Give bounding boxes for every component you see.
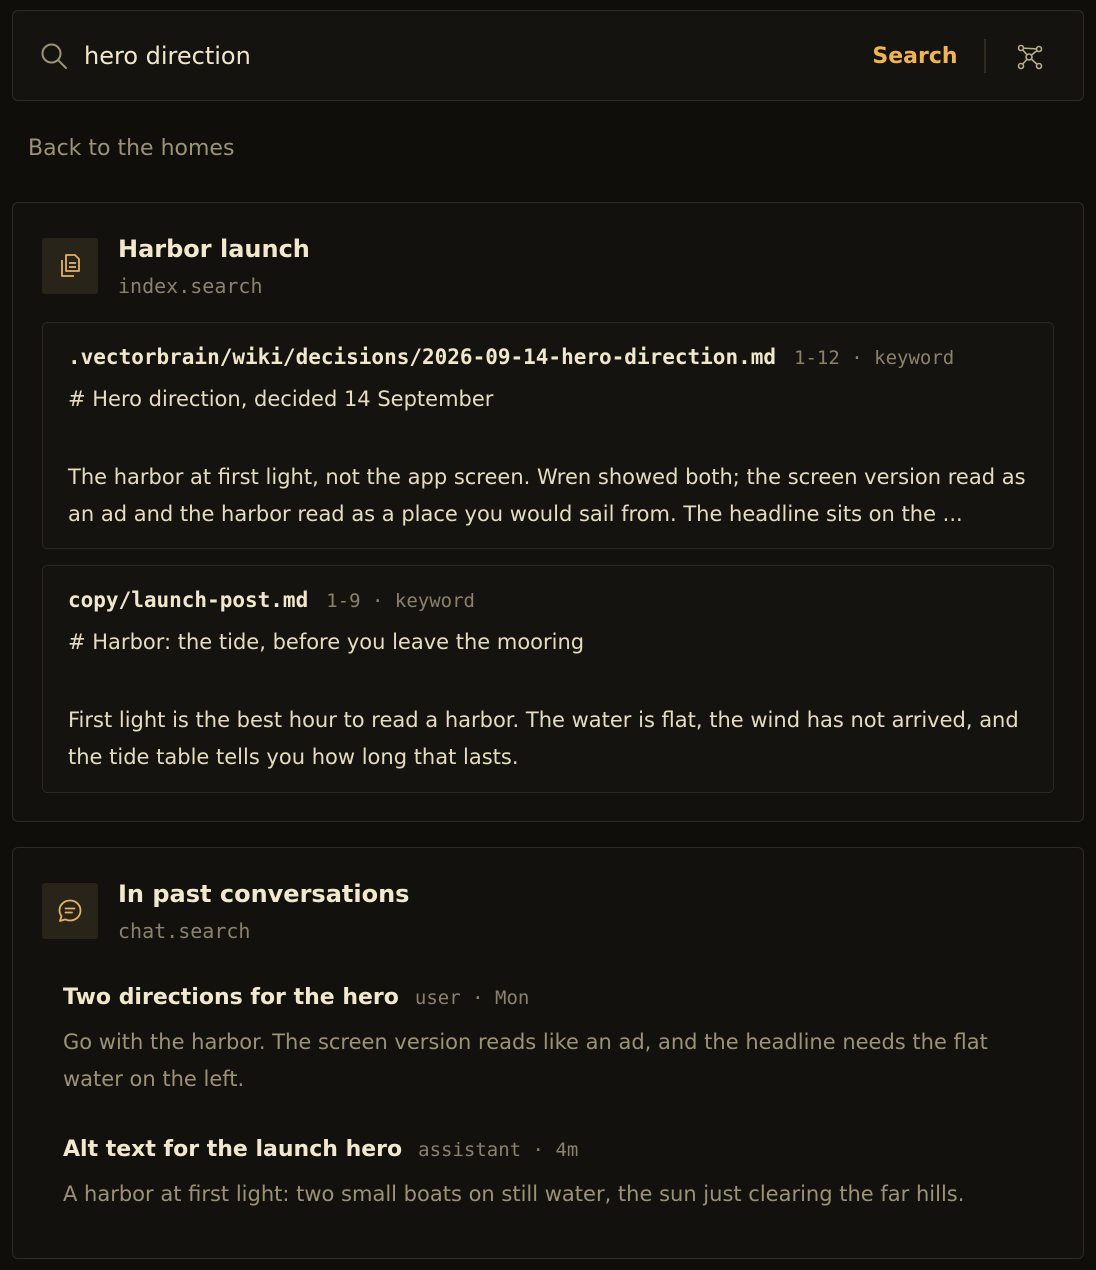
- panel-subtitle: chat.search: [118, 919, 251, 943]
- search-bar: Search: [12, 10, 1084, 101]
- search-divider: [984, 39, 986, 73]
- result-meta: 1-9 · keyword: [326, 590, 475, 612]
- chat-snippet: A harbor at first light: two small boats…: [63, 1182, 965, 1206]
- chat-time: Mon: [495, 987, 530, 1009]
- documents-icon: [42, 238, 98, 294]
- result-lines: 1-9: [326, 590, 361, 612]
- chat-role: user: [414, 987, 461, 1009]
- search-result-card[interactable]: .vectorbrain/wiki/decisions/2026-09-14-h…: [42, 322, 1054, 549]
- result-match-type: keyword: [394, 590, 475, 612]
- search-result-card[interactable]: copy/launch-post.md 1-9 · keyword # Harb…: [42, 565, 1054, 793]
- result-heading: # Harbor: the tide, before you leave the…: [68, 630, 585, 654]
- meta-separator: ·: [472, 987, 484, 1009]
- result-snippet: First light is the best hour to read a h…: [68, 708, 1019, 769]
- graph-view-button[interactable]: [1012, 39, 1048, 75]
- result-snippet: The harbor at first light, not the app s…: [68, 465, 1026, 526]
- chat-results-panel: In past conversations chat.search Two di…: [12, 847, 1084, 1259]
- meta-separator: ·: [851, 347, 863, 369]
- result-heading: # Hero direction, decided 14 September: [68, 387, 494, 411]
- chat-role: assistant: [418, 1139, 522, 1161]
- search-input[interactable]: [84, 33, 784, 79]
- back-link[interactable]: Back to the homes: [28, 136, 234, 161]
- result-lines: 1-12: [794, 347, 840, 369]
- search-button[interactable]: Search: [859, 37, 971, 75]
- search-icon: [39, 41, 69, 71]
- result-path: .vectorbrain/wiki/decisions/2026-09-14-h…: [68, 345, 777, 369]
- result-path: copy/launch-post.md: [68, 588, 309, 612]
- chat-time: 4m: [555, 1139, 579, 1161]
- chat-title: Two directions for the hero: [63, 985, 399, 1010]
- panel-title: Harbor launch: [118, 235, 310, 263]
- result-match-type: keyword: [874, 347, 955, 369]
- chat-title: Alt text for the launch hero: [63, 1137, 403, 1162]
- chat-bubble-icon: [42, 883, 98, 939]
- chat-meta: user · Mon: [415, 987, 529, 1009]
- panel-subtitle: index.search: [118, 274, 263, 298]
- chat-result-item[interactable]: Two directions for the hero user · Mon G…: [63, 985, 1043, 1098]
- search-results-page: Search: [0, 0, 1096, 1270]
- graph-icon: [1012, 44, 1048, 78]
- meta-separator: ·: [372, 590, 384, 612]
- chat-snippet: Go with the harbor. The screen version r…: [63, 1030, 988, 1091]
- index-results-panel: Harbor launch index.search .vectorbrain/…: [12, 202, 1084, 822]
- meta-separator: ·: [532, 1139, 544, 1161]
- panel-title: In past conversations: [118, 880, 410, 908]
- result-meta: 1-12 · keyword: [794, 347, 954, 369]
- chat-meta: assistant · 4m: [418, 1139, 578, 1161]
- chat-result-item[interactable]: Alt text for the launch hero assistant ·…: [63, 1137, 1043, 1213]
